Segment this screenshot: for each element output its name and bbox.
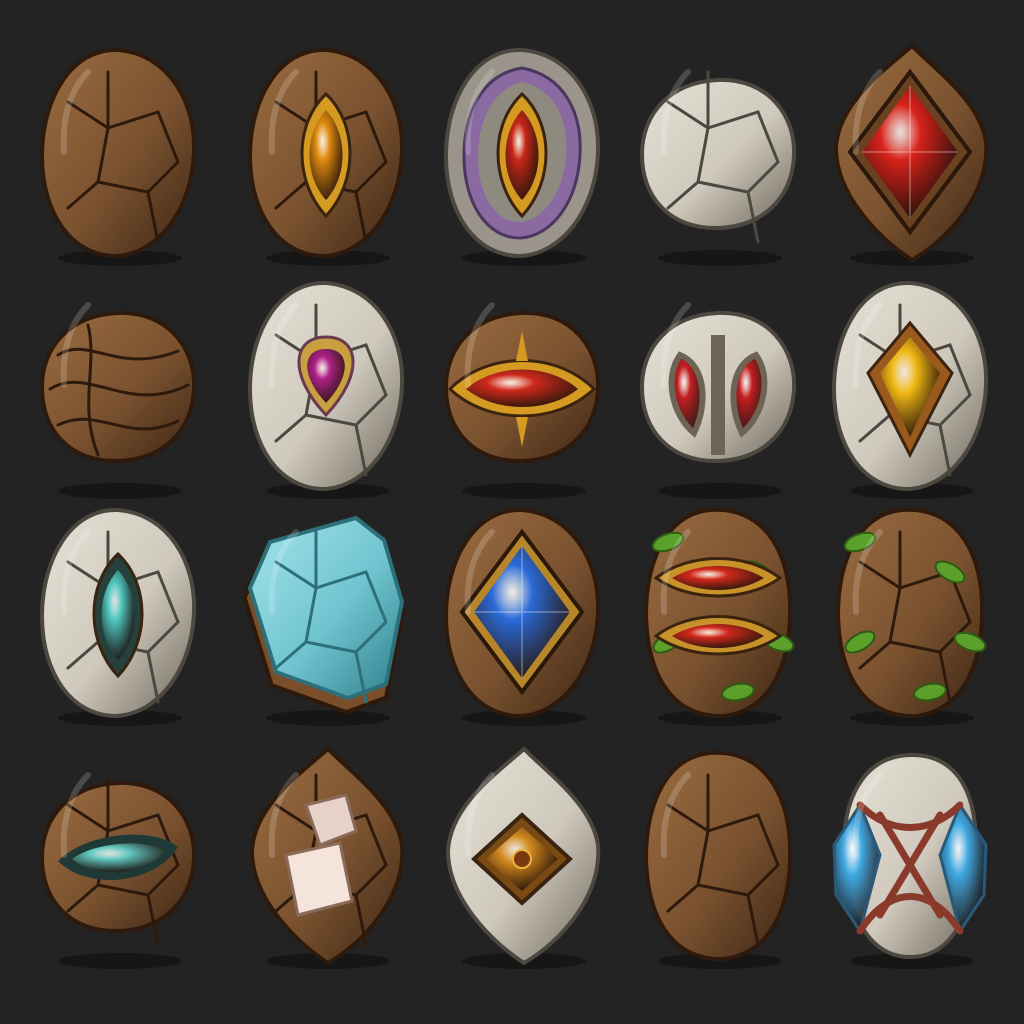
shadow <box>58 953 182 969</box>
icon-graphic <box>835 507 987 726</box>
wood-teal-slot-rock-icon[interactable] <box>28 735 208 975</box>
icon-graphic <box>39 47 197 266</box>
stone-blue-crystal-bound-icon[interactable] <box>820 735 1000 975</box>
icon-graphic <box>445 746 601 969</box>
icon-graphic <box>833 43 989 266</box>
wood-twin-red-eyes-icon[interactable] <box>628 492 808 732</box>
icon-graphic <box>831 280 989 499</box>
wood-rock-plain-icon[interactable] <box>28 32 208 272</box>
icon-graphic <box>247 280 405 499</box>
icon-sheet <box>0 0 1024 1024</box>
wood-pink-crystal-icon[interactable] <box>236 735 416 975</box>
stone-magenta-gem-icon[interactable] <box>236 265 416 505</box>
stone-teal-eye-icon[interactable] <box>28 492 208 732</box>
wood-swirl-rock-icon[interactable] <box>28 265 208 505</box>
icon-graphic <box>832 752 988 969</box>
icon-graphic <box>639 302 797 499</box>
stone-purple-rim-red-gem-icon[interactable] <box>432 32 612 272</box>
icon-graphic <box>643 507 795 726</box>
icon-graphic <box>443 507 601 726</box>
icon-graphic <box>639 69 797 266</box>
icon-graphic <box>443 302 601 499</box>
wood-boulder-icon[interactable] <box>628 735 808 975</box>
icon-graphic <box>242 515 405 726</box>
wood-rock-amber-eye-icon[interactable] <box>236 32 416 272</box>
icon-graphic <box>249 746 405 969</box>
wood-leafy-trunk-icon[interactable] <box>820 492 1000 732</box>
wood-framed-red-crystal-icon[interactable] <box>820 32 1000 272</box>
stone-gold-diamond-icon[interactable] <box>432 735 612 975</box>
stone-twin-red-gems-icon[interactable] <box>628 265 808 505</box>
body-shape <box>643 750 793 962</box>
icon-graphic <box>643 750 793 969</box>
icon-graphic <box>39 302 197 499</box>
icon-graphic <box>39 772 197 969</box>
icon-graphic <box>39 507 197 726</box>
stone-yellow-gem-icon[interactable] <box>820 265 1000 505</box>
icon-graphic <box>443 47 601 266</box>
wood-red-eye-gem-icon[interactable] <box>432 265 612 505</box>
wood-blue-diamond-gem-icon[interactable] <box>432 492 612 732</box>
wood-framed-ice-slab-icon[interactable] <box>236 492 416 732</box>
shadow <box>266 710 390 726</box>
stone-cobble-icon[interactable] <box>628 32 808 272</box>
shadow <box>658 250 782 266</box>
icon-graphic <box>247 47 405 266</box>
